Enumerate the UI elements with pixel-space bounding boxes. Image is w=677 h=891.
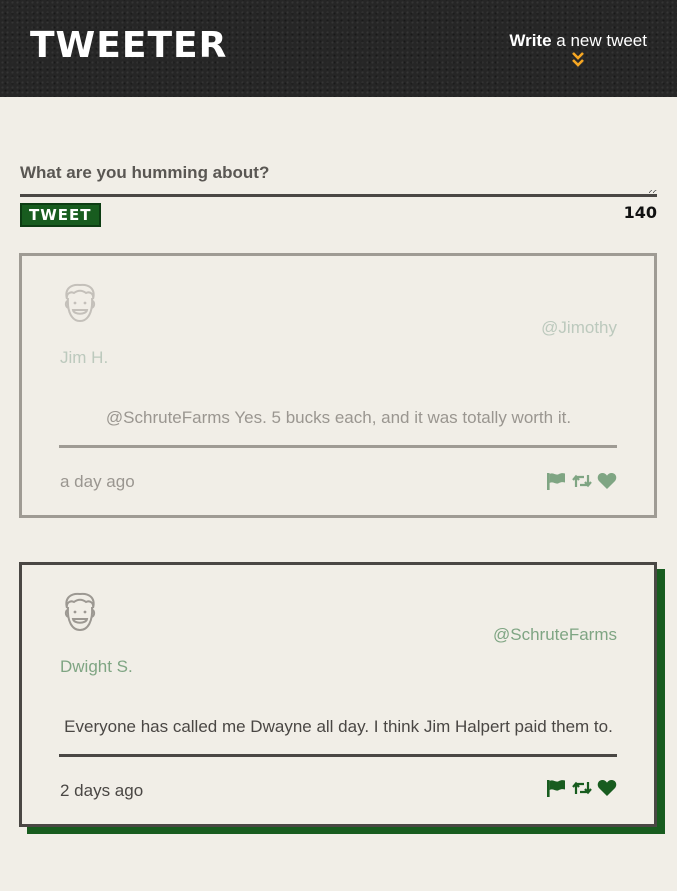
tweet-text: Everyone has called me Dwayne all day. I… [64,717,613,736]
new-tweet-label: a new tweet [551,31,647,50]
avatar-icon [64,283,96,323]
avatar-icon [64,592,96,632]
compose-tweet-form: What are you humming about? TWEET 140 [20,160,657,229]
compose-controls: TWEET 140 [20,199,657,229]
tweet-author-name: Jim H. [60,348,109,367]
chevron-double-down-icon [572,52,585,67]
tweet-handle: @SchruteFarms [492,625,617,644]
brand-logo: TWEETER [30,25,228,66]
flag-icon[interactable] [546,472,566,490]
write-new-tweet-toggle[interactable]: Write a new tweet [509,31,647,67]
top-nav: TWEETER Write a new tweet [0,0,677,97]
retweet-icon[interactable] [571,473,593,489]
tweet-card: @SchruteFarms Dwight S. Everyone has cal… [19,562,657,827]
tweet-text-input[interactable] [20,190,657,197]
tweet-divider [59,754,617,757]
write-label: Write [509,31,552,50]
tweet-timestamp: 2 days ago [60,781,144,800]
tweet-button[interactable]: TWEET [20,203,101,227]
flag-icon[interactable] [546,779,566,797]
tweet-handle: @Jimothy [541,318,617,337]
compose-label: What are you humming about? [20,163,270,182]
tweet-divider [59,445,617,448]
tweet-text: @SchruteFarms Yes. 5 bucks each, and it … [105,408,572,427]
tweet-actions [546,472,617,492]
heart-icon[interactable] [597,472,617,490]
tweet-actions [546,779,617,799]
tweet-card: @Jimothy Jim H. @SchruteFarms Yes. 5 buc… [19,253,657,518]
tweet-timestamp: a day ago [60,472,135,491]
character-counter: 140 [623,203,657,222]
heart-icon[interactable] [597,779,617,797]
retweet-icon[interactable] [571,780,593,796]
tweet-author-name: Dwight S. [60,657,133,676]
